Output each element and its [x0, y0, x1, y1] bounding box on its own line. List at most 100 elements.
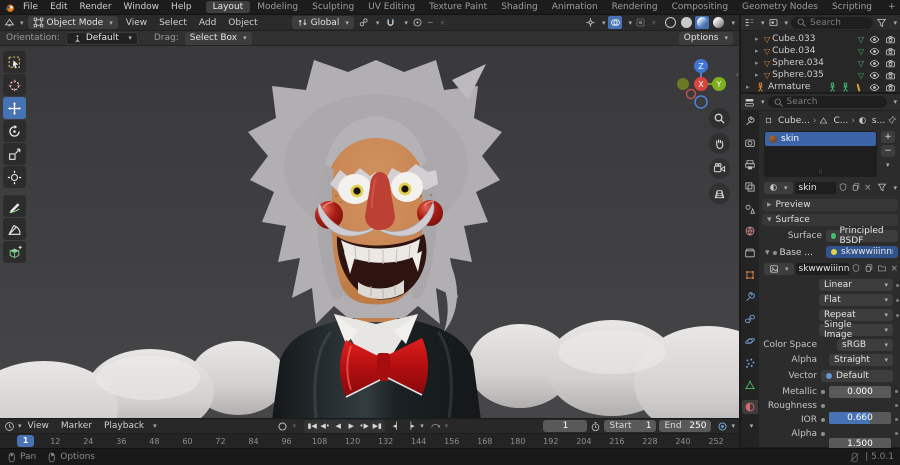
shading-solid-icon[interactable]	[679, 16, 693, 29]
proportional-editing-icon[interactable]	[412, 17, 423, 28]
editor-type-caret[interactable]: ▾	[20, 19, 24, 27]
breadcrumb-pin-icon[interactable]	[887, 115, 899, 127]
vector-dropdown[interactable]: Default	[821, 370, 893, 382]
unlink-material-icon[interactable]: ×	[864, 183, 872, 193]
workspace-tab-shading[interactable]: Shading	[494, 1, 545, 13]
funnel-filter-icon[interactable]	[876, 17, 887, 28]
slider-metallic[interactable]: 0.000	[829, 386, 891, 398]
workspace-tab-animation[interactable]: Animation	[545, 1, 605, 13]
show-gizmo-icon[interactable]	[585, 17, 596, 28]
viewport-menu-object[interactable]: Object	[222, 18, 263, 28]
remove-slot-button[interactable]: −	[881, 145, 895, 157]
play-reverse-button[interactable]: ◀	[332, 420, 344, 432]
properties-tab-object[interactable]	[742, 268, 758, 282]
add-workspace-button[interactable]: +	[881, 1, 900, 13]
surface-panel-header[interactable]: ▾ Surface	[762, 214, 898, 226]
auto-keying-icon[interactable]	[717, 421, 728, 432]
snap-magnet-icon[interactable]	[383, 16, 397, 29]
breadcrumb-s-[interactable]: s...	[872, 116, 885, 126]
properties-tab-particles[interactable]	[742, 356, 758, 370]
tool-cursor-button[interactable]	[3, 74, 26, 96]
pivot-point-icon[interactable]	[358, 17, 369, 28]
copy-material-icon[interactable]	[851, 182, 862, 193]
viewport-menu-add[interactable]: Add	[193, 18, 222, 28]
hide-eye-icon[interactable]	[869, 58, 880, 69]
tool-add-cube-button[interactable]	[3, 241, 26, 263]
breadcrumb-cube-[interactable]: Cube...	[778, 116, 810, 126]
viewport-perspective-button[interactable]	[709, 183, 730, 204]
keyframe-dot[interactable]	[895, 390, 898, 393]
keyframe-dot[interactable]	[896, 299, 899, 302]
preview-panel-header[interactable]: ▸ Preview	[762, 199, 898, 211]
workspace-tab-geometry-nodes[interactable]: Geometry Nodes	[735, 1, 825, 13]
timeline-editor-icon[interactable]	[4, 421, 15, 432]
breadcrumb-c-[interactable]: C...	[833, 116, 848, 126]
slot-filter-icon[interactable]	[877, 182, 888, 193]
outliner-item-cube-033[interactable]: ▸ ▽ Cube.033 ▽	[741, 33, 900, 45]
properties-tab-tool[interactable]	[742, 114, 758, 128]
slider-roughness[interactable]: 0.660	[829, 412, 891, 424]
image-browse-dropdown[interactable]: ▾	[764, 262, 794, 275]
properties-tab-world[interactable]	[742, 224, 758, 238]
material-browse-dropdown[interactable]: ▾	[764, 181, 793, 194]
disable-render-camera-icon[interactable]	[885, 46, 896, 57]
properties-tab-view-layer[interactable]	[742, 180, 758, 194]
viewport-zoom-button[interactable]	[709, 108, 730, 129]
base-color-value[interactable]: skwwwiiinnn.p...	[826, 246, 898, 258]
shading-rendered-icon[interactable]	[711, 16, 725, 29]
sidebar-collapse-arrow[interactable]: ‹	[736, 70, 739, 79]
outliner-item-sphere-034[interactable]: ▸ ▽ Sphere.034 ▽	[741, 57, 900, 69]
blender-logo-icon[interactable]	[4, 2, 15, 13]
properties-tab-modifiers[interactable]	[742, 290, 758, 304]
outliner-item-cube-034[interactable]: ▸ ▽ Cube.034 ▽	[741, 45, 900, 57]
tabs-overflow-caret[interactable]: ▾	[750, 422, 754, 430]
timeline-menu-view[interactable]: View	[22, 421, 55, 431]
falloff-icon[interactable]: ~	[427, 18, 434, 27]
workspace-tab-sculpting[interactable]: Sculpting	[305, 1, 361, 13]
tool-scale-button[interactable]	[3, 143, 26, 165]
play-button[interactable]: ▶	[345, 420, 357, 432]
mode-dropdown[interactable]: Object Mode ▾	[27, 16, 118, 29]
properties-tab-data[interactable]	[742, 378, 758, 392]
image-copy-icon[interactable]	[864, 263, 875, 274]
decorate-dot[interactable]	[821, 390, 825, 394]
properties-tab-constraints[interactable]	[742, 312, 758, 326]
properties-search-input[interactable]: Search	[767, 96, 888, 108]
disable-render-camera-icon[interactable]	[885, 34, 896, 45]
slot-specials-caret[interactable]: ▾	[886, 161, 898, 171]
end-frame-field[interactable]: End 250	[659, 420, 712, 432]
viewport-camera-button[interactable]	[709, 158, 730, 179]
drag-dropdown[interactable]: Select Box ▾	[184, 31, 252, 45]
option-dropdown-single-image[interactable]: Single Image ▾	[819, 320, 893, 340]
workspace-tab-rendering[interactable]: Rendering	[605, 1, 665, 13]
slot-filter-caret[interactable]: ▾	[893, 184, 897, 192]
preview-range-icon[interactable]	[430, 421, 441, 432]
timeline-ruler[interactable]: 1 12 24 36 48 60 72 84 96 108 120 132 144 156 168 180 19…	[0, 433, 739, 448]
properties-tab-material[interactable]	[742, 400, 758, 414]
workspace-tab-modeling[interactable]: Modeling	[250, 1, 305, 13]
expand-arrow-icon[interactable]: ▸	[746, 83, 753, 91]
keyframe-dot[interactable]	[896, 284, 899, 287]
jump-end-button[interactable]: ▶▮	[371, 420, 383, 432]
shading-material-preview-icon[interactable]	[695, 16, 710, 29]
topbar-menu-render[interactable]: Render	[74, 2, 118, 12]
outliner-filter-icon[interactable]	[768, 17, 779, 28]
xray-toggle-icon[interactable]	[635, 17, 646, 28]
decorate-dot[interactable]	[821, 432, 825, 436]
expand-arrow-icon[interactable]: ▸	[755, 71, 762, 79]
topbar-menu-help[interactable]: Help	[165, 2, 198, 12]
tool-move-button[interactable]	[3, 97, 26, 119]
material-name-field[interactable]: skin	[794, 181, 836, 194]
properties-tab-render[interactable]	[742, 136, 758, 150]
expand-arrow-icon[interactable]: ▸	[755, 35, 762, 43]
prev-keyframe-button[interactable]: ◀•	[319, 420, 331, 432]
keyframe-dot[interactable]	[895, 404, 898, 407]
workspace-tab-uv-editing[interactable]: UV Editing	[361, 1, 422, 13]
frame-back-button[interactable]: ◂▏	[391, 420, 403, 432]
open-image-folder-icon[interactable]	[877, 263, 888, 274]
topbar-menu-file[interactable]: File	[17, 2, 44, 12]
outliner-item-sphere-035[interactable]: ▸ ▽ Sphere.035 ▽	[741, 69, 900, 81]
jump-start-button[interactable]: ▮◀	[306, 420, 318, 432]
outliner-display-mode-icon[interactable]	[744, 17, 755, 28]
navigation-gizmo[interactable]: Z X Y	[673, 54, 729, 110]
